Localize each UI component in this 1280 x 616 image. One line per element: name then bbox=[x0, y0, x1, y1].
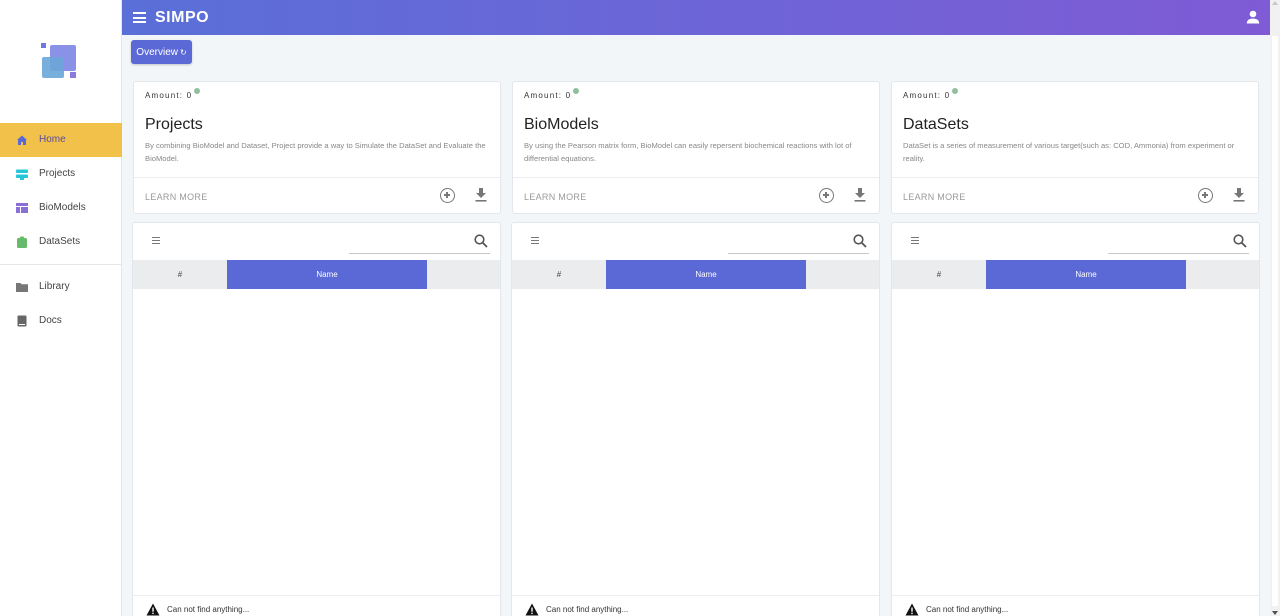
app-header: SIMPO bbox=[122, 0, 1270, 35]
empty-message: Can not find anything... bbox=[546, 605, 629, 614]
user-icon[interactable] bbox=[1246, 10, 1260, 24]
sidebar-item-label: Library bbox=[39, 281, 70, 292]
sidebar-item-docs[interactable]: Docs bbox=[0, 304, 122, 338]
card-title: Projects bbox=[145, 116, 203, 133]
datasets-card: Amount: 0 DataSets DataSet is a series o… bbox=[891, 81, 1259, 214]
status-dot bbox=[194, 88, 201, 94]
warning-icon bbox=[905, 603, 919, 616]
search-input[interactable] bbox=[349, 233, 469, 253]
refresh-icon: ↻ bbox=[179, 47, 187, 57]
add-circle-icon[interactable] bbox=[440, 188, 455, 203]
amount-label: Amount: 0 bbox=[903, 88, 959, 100]
status-dot bbox=[573, 88, 580, 94]
sidebar-item-label: DataSets bbox=[39, 236, 81, 247]
biomodels-table-panel: # Name Can not find anything... bbox=[511, 222, 880, 616]
empty-state: Can not find anything... bbox=[133, 595, 500, 616]
table-header: # Name bbox=[892, 260, 1259, 289]
search-icon[interactable] bbox=[1233, 234, 1247, 248]
sidebar-item-library[interactable]: Library bbox=[0, 270, 122, 304]
datasets-table-panel: # Name Can not find anything... bbox=[891, 222, 1260, 616]
overview-label: Overview bbox=[136, 46, 178, 58]
biomodels-icon bbox=[16, 202, 28, 214]
add-circle-icon[interactable] bbox=[819, 188, 834, 203]
sidebar-item-datasets[interactable]: DataSets bbox=[0, 225, 122, 259]
sidebar-item-label: Home bbox=[39, 134, 66, 145]
overview-button[interactable]: Overview ↻ bbox=[131, 40, 192, 64]
list-icon[interactable] bbox=[531, 237, 539, 244]
projects-icon bbox=[16, 168, 28, 180]
empty-state: Can not find anything... bbox=[892, 595, 1259, 616]
learn-more-button[interactable]: LEARN MORE bbox=[903, 192, 966, 202]
sidebar-item-home[interactable]: Home bbox=[0, 123, 122, 157]
sidebar-divider bbox=[0, 264, 122, 265]
warning-icon bbox=[525, 603, 539, 616]
table-header: # Name bbox=[133, 260, 500, 289]
column-header-index[interactable]: # bbox=[512, 260, 606, 289]
sidebar-item-label: BioModels bbox=[39, 202, 86, 213]
empty-message: Can not find anything... bbox=[926, 605, 1009, 614]
learn-more-button[interactable]: LEARN MORE bbox=[524, 192, 587, 202]
sidebar-item-projects[interactable]: Projects bbox=[0, 157, 122, 191]
page-scrollbar[interactable] bbox=[1270, 0, 1280, 616]
add-circle-icon[interactable] bbox=[1198, 188, 1213, 203]
datasets-icon bbox=[16, 236, 28, 248]
sidebar: Home Projects BioModels DataSets Library… bbox=[0, 0, 122, 616]
download-icon[interactable] bbox=[1233, 188, 1245, 202]
list-icon[interactable] bbox=[911, 237, 919, 244]
column-header-index[interactable]: # bbox=[133, 260, 227, 289]
card-title: BioModels bbox=[524, 116, 599, 133]
card-title: DataSets bbox=[903, 116, 969, 133]
column-header-name[interactable]: Name bbox=[227, 260, 427, 289]
list-icon[interactable] bbox=[152, 237, 160, 244]
column-header-name[interactable]: Name bbox=[986, 260, 1186, 289]
menu-icon[interactable] bbox=[133, 12, 146, 23]
app-title: SIMPO bbox=[155, 9, 210, 26]
download-icon[interactable] bbox=[854, 188, 866, 202]
search-input[interactable] bbox=[1108, 233, 1228, 253]
book-icon bbox=[16, 315, 28, 327]
card-description: DataSet is a series of measurement of va… bbox=[903, 141, 1235, 163]
folder-icon bbox=[16, 281, 28, 293]
search-icon[interactable] bbox=[474, 234, 488, 248]
app-logo[interactable] bbox=[41, 43, 77, 79]
search-icon[interactable] bbox=[853, 234, 867, 248]
projects-table-panel: # Name Can not find anything... bbox=[132, 222, 501, 616]
card-description: By using the Pearson matrix form, BioMod… bbox=[524, 141, 852, 163]
status-dot bbox=[952, 88, 959, 94]
column-header-name[interactable]: Name bbox=[606, 260, 806, 289]
learn-more-button[interactable]: LEARN MORE bbox=[145, 192, 208, 202]
sidebar-item-biomodels[interactable]: BioModels bbox=[0, 191, 122, 225]
card-description: By combining BioModel and Dataset, Proje… bbox=[145, 141, 486, 163]
home-icon bbox=[16, 134, 28, 146]
empty-message: Can not find anything... bbox=[167, 605, 250, 614]
column-header-index[interactable]: # bbox=[892, 260, 986, 289]
warning-icon bbox=[146, 603, 160, 616]
search-input[interactable] bbox=[728, 233, 848, 253]
projects-card: Amount: 0 Projects By combining BioModel… bbox=[133, 81, 501, 214]
table-header: # Name bbox=[512, 260, 879, 289]
download-icon[interactable] bbox=[475, 188, 487, 202]
sidebar-item-label: Projects bbox=[39, 168, 76, 179]
amount-label: Amount: 0 bbox=[524, 88, 580, 100]
amount-label: Amount: 0 bbox=[145, 88, 201, 100]
empty-state: Can not find anything... bbox=[512, 595, 879, 616]
biomodels-card: Amount: 0 BioModels By using the Pearson… bbox=[512, 81, 880, 214]
sidebar-item-label: Docs bbox=[39, 315, 62, 326]
